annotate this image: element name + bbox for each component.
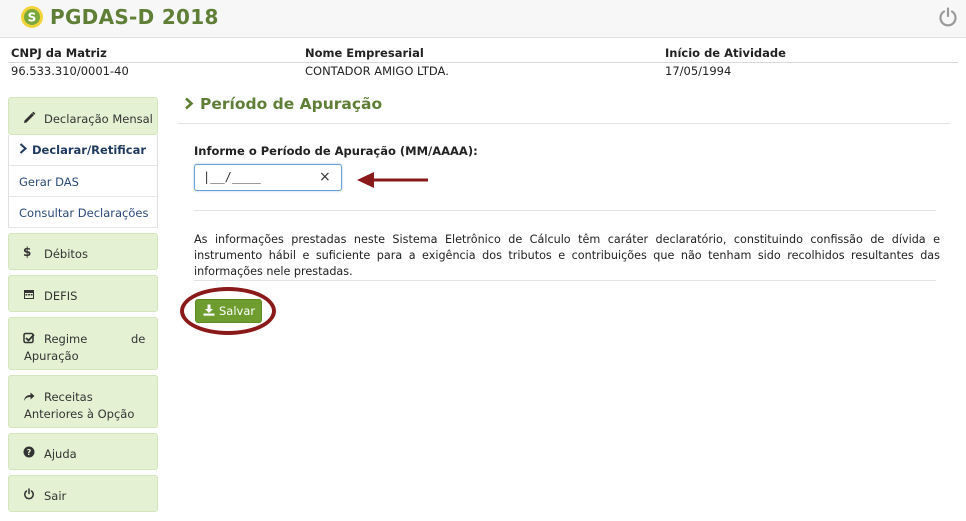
start-date-value: 17/05/1994 (665, 64, 732, 78)
sidebar-item-label: Ajuda (44, 447, 77, 461)
app-title: PGDAS-D 2018 (50, 5, 219, 29)
sidebar-item-gerar-das[interactable]: Gerar DAS (8, 166, 158, 197)
sidebar-item-consultar-declaracoes[interactable]: Consultar Declarações (8, 197, 158, 228)
cnpj-label: CNPJ da Matriz (11, 46, 107, 60)
sidebar-item-label: de (131, 332, 146, 346)
sidebar-item-label: Apuração (24, 349, 79, 363)
sidebar-item-label: Anteriores à Opção (24, 407, 135, 421)
logo-icon: S (21, 6, 43, 28)
sidebar-item-label: Declaração Mensal (44, 112, 153, 126)
sidebar-item-debitos[interactable]: $ Débitos (8, 233, 158, 270)
company-name-label: Nome Empresarial (305, 46, 424, 60)
sidebar-item-label: Consultar Declarações (19, 206, 149, 220)
annotation-arrow (357, 172, 428, 188)
cnpj-value: 96.533.310/0001-40 (11, 64, 129, 78)
company-name-info: Nome Empresarial CONTADOR AMIGO LTDA. (305, 44, 449, 84)
sidebar-item-receitas-anteriores[interactable]: Receitas Anteriores à Opção (8, 375, 158, 428)
start-date-label: Início de Atividade (665, 46, 786, 60)
svg-text:S: S (28, 11, 37, 25)
title-divider (178, 123, 950, 124)
sidebar-item-sair[interactable]: Sair (8, 475, 158, 512)
check-square-icon (23, 332, 35, 344)
divider (194, 210, 936, 211)
sidebar-item-label: Gerar DAS (19, 175, 79, 189)
disclaimer-text: As informações prestadas neste Sistema E… (194, 233, 940, 278)
pencil-icon (24, 111, 36, 123)
sidebar-item-regime-apuracao[interactable]: Regime de Apuração (8, 317, 158, 370)
sidebar-item-defis[interactable]: DEFIS (8, 275, 158, 312)
sidebar-item-label: Receitas (44, 390, 93, 404)
dollar-icon: $ (23, 245, 32, 259)
period-input-value[interactable]: |__/____ (203, 170, 261, 184)
sidebar-item-label: Débitos (44, 247, 88, 261)
sidebar-item-ajuda[interactable]: ? Ajuda (8, 433, 158, 470)
sidebar-item-label: Declarar/Retificar (32, 143, 147, 157)
start-date-info: Início de Atividade 17/05/1994 (665, 44, 786, 84)
sidebar-item-declaracao-mensal[interactable]: Declaração Mensal (8, 97, 158, 135)
calendar-icon (24, 290, 34, 299)
info-divider (8, 62, 958, 63)
page-title: Período de Apuração (184, 95, 382, 113)
share-arrow-icon (24, 392, 35, 401)
power-icon[interactable] (937, 6, 959, 28)
sidebar-item-label: DEFIS (44, 289, 78, 303)
company-name-value: CONTADOR AMIGO LTDA. (305, 64, 449, 78)
sidebar-item-label: Sair (44, 489, 67, 503)
cnpj-info: CNPJ da Matriz 96.533.310/0001-40 (11, 44, 129, 84)
svg-text:?: ? (27, 448, 32, 457)
sidebar-item-declarar-retificar[interactable]: Declarar/Retificar (8, 135, 158, 166)
power-icon (24, 488, 34, 500)
page-title-text: Período de Apuração (200, 95, 383, 113)
period-label: Informe o Período de Apuração (MM/AAAA): (194, 144, 478, 158)
chevron-right-icon (19, 143, 27, 157)
sidebar-item-label: Regime (44, 332, 88, 346)
app-header: S PGDAS-D 2018 (0, 0, 966, 38)
annotation-circle (180, 287, 276, 335)
period-input[interactable]: |__/____ × (194, 164, 342, 191)
close-icon[interactable]: × (319, 169, 331, 185)
question-icon: ? (23, 446, 35, 458)
divider (194, 280, 936, 281)
chevron-right-icon (185, 97, 194, 110)
